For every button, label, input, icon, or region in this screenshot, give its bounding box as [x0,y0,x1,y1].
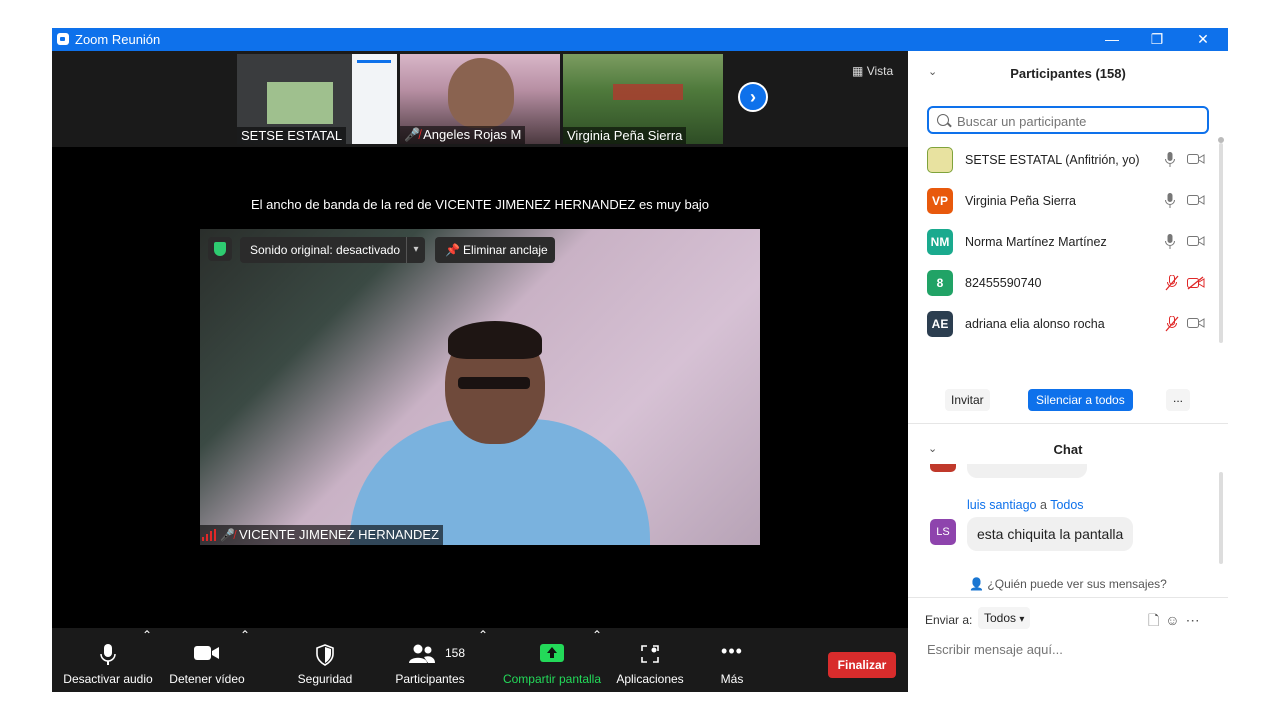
avatar: VP [927,188,953,214]
mic-muted-icon[interactable] [1165,316,1179,332]
unpin-button[interactable]: 📌 Eliminar anclaje [435,237,555,263]
window-title: Zoom Reunión [75,32,161,47]
shield-icon [316,644,334,666]
avatar [927,147,953,173]
chat-header: ⌄ Chat [928,442,1083,457]
end-meeting-button[interactable]: Finalizar [828,652,896,678]
participant-row[interactable]: SETSE ESTATAL (Anfitrión, yo) [908,140,1228,181]
apps-icon [641,645,659,663]
search-icon [937,114,949,126]
avatar: NM [927,229,953,255]
camera-icon[interactable] [1187,317,1205,329]
chevron-down-icon: ▾ [1019,614,1025,625]
send-to-dropdown[interactable]: Todos ▾ [978,607,1031,629]
thumbnail-name: Virginia Peña Sierra [563,127,687,144]
minimize-button[interactable]: — [1102,30,1122,48]
person-lock-icon: 👤 [969,577,985,591]
thumbnail-video[interactable]: SETSE ESTATAL [237,54,397,144]
avatar: AE [927,311,953,337]
next-page-button[interactable]: › [738,82,768,112]
restore-button[interactable]: ❐ [1147,30,1167,48]
chat-message-header: luis santiago a Todos [967,498,1084,512]
shield-icon[interactable] [208,237,232,261]
participant-search[interactable] [927,106,1209,134]
bandwidth-warning: El ancho de banda de la red de VICENTE J… [250,197,710,212]
mic-muted-icon: 🎤̸ [404,127,421,142]
mic-muted-icon[interactable] [1165,275,1179,291]
chat-message-bubble [967,464,1087,478]
more-button[interactable]: ••• Más [702,628,762,692]
chat-scrollbar[interactable] [1219,472,1223,564]
divider [908,597,1228,598]
thumbnail-name: SETSE ESTATAL [237,127,347,144]
thumbnail-strip: SETSE ESTATAL 🎤̸ Angeles Rojas M Virgini… [52,51,908,147]
side-panel: ⌄ Participantes (158) SETSE ESTATAL (Anf… [908,51,1228,692]
meeting-toolbar: Desactivar audio ⌃ Detener vídeo ⌃ Segur… [52,628,908,692]
shared-screen-preview [267,82,333,124]
video-camera-icon [194,646,219,660]
participants-count: 158 [445,646,466,660]
pin-icon: 📌 [445,243,460,257]
participants-icon [409,644,435,663]
who-can-see-link[interactable]: 👤 ¿Quién puede ver sus mensajes? [908,577,1228,591]
zoom-logo-icon [57,33,69,45]
share-screen-icon [540,644,564,662]
search-input[interactable] [955,111,1199,131]
video-area: SETSE ESTATAL 🎤̸ Angeles Rojas M Virgini… [52,51,908,628]
view-button[interactable]: ▦ Vista [846,61,900,81]
original-sound-button[interactable]: Sonido original: desactivado ▾ [240,237,425,263]
more-options-button[interactable]: ... [1166,389,1190,411]
apps-button[interactable]: Aplicaciones [610,628,690,692]
microphone-icon [100,644,116,665]
avatar [930,464,956,472]
thumbnail-name: 🎤̸ Angeles Rojas M [400,126,526,144]
file-icon[interactable]: 🗋 [1148,612,1165,628]
send-to-label: Enviar a: [925,613,973,627]
participant-row[interactable]: AE adriana elia alonso rocha [908,304,1228,345]
emoji-icon[interactable]: ☺ [1165,612,1185,628]
microphone-icon[interactable] [1165,234,1175,250]
close-button[interactable]: ✕ [1193,30,1213,48]
participant-scrollbar[interactable] [1218,137,1224,343]
thumbnail-video[interactable]: Virginia Peña Sierra [563,54,723,144]
chat-recipient[interactable]: Todos [1050,498,1083,512]
security-button[interactable]: Seguridad [285,628,365,692]
camera-off-icon[interactable] [1187,276,1205,290]
participant-row[interactable]: NM Norma Martínez Martínez [908,222,1228,263]
mic-muted-icon: 🎤̸ [220,528,235,542]
invite-button[interactable]: Invitar [945,389,990,411]
signal-bars-icon [202,529,216,541]
audio-options-caret[interactable]: ⌃ [141,628,153,692]
chat-sender[interactable]: luis santiago [967,498,1037,512]
avatar: 8 [927,270,953,296]
active-speaker-video [200,229,760,545]
microphone-icon[interactable] [1165,193,1175,209]
participant-actions: Invitar Silenciar a todos ... [908,386,1228,416]
participants-button[interactable]: 158 Participantes [385,628,475,692]
divider [908,423,1228,424]
video-options-caret[interactable]: ⌃ [239,628,251,692]
participant-row[interactable]: 8 82455590740 [908,263,1228,304]
mute-all-button[interactable]: Silenciar a todos [1028,389,1133,411]
speaker-name-label: 🎤̸ VICENTE JIMENEZ HERNANDEZ [200,525,444,545]
camera-icon[interactable] [1187,194,1205,206]
chevron-down-icon[interactable]: ▾ [406,237,425,263]
more-dots-icon[interactable]: ⋯ [1186,612,1206,628]
camera-icon[interactable] [1187,153,1205,165]
participant-row[interactable]: VP Virginia Peña Sierra [908,181,1228,222]
chat-message-bubble: esta chiquita la pantalla [967,517,1134,551]
chat-message-input[interactable] [925,641,1219,658]
chat-tools: 🗋☺⋯ [1148,610,1206,634]
participants-header: ⌄ Participantes (158) [928,66,1126,81]
zoom-window: Zoom Reunión — ❐ ✕ SETSE ESTATAL 🎤̸ Ange… [52,28,1228,692]
thumbnail-video[interactable]: 🎤̸ Angeles Rojas M [400,54,560,144]
share-options-caret[interactable]: ⌃ [591,628,603,692]
microphone-icon[interactable] [1165,152,1175,168]
more-dots-icon: ••• [721,641,743,661]
title-bar: Zoom Reunión — ❐ ✕ [52,28,1228,51]
camera-icon[interactable] [1187,235,1205,247]
participants-options-caret[interactable]: ⌃ [477,628,489,692]
avatar: LS [930,519,956,545]
grid-icon: ▦ [852,64,864,78]
